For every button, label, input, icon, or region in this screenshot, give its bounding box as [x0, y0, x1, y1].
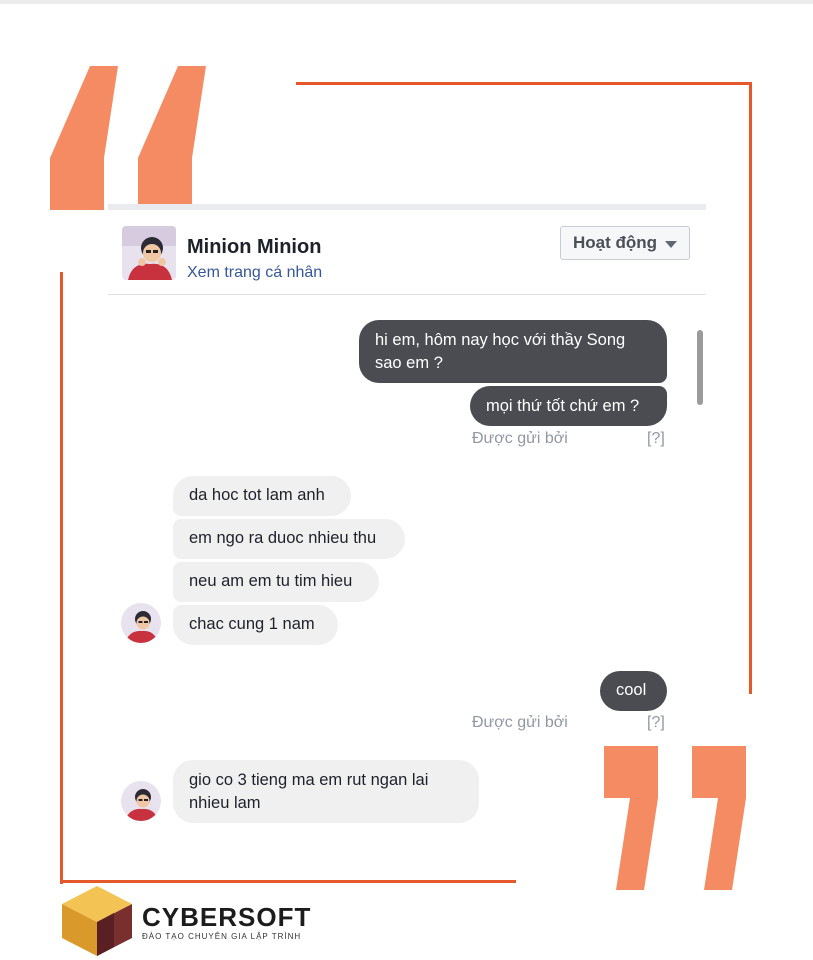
avatar-image [121, 781, 161, 821]
sent-by-label: Được gửi bởi [472, 430, 568, 447]
sent-by-label: Được gửi bởi [472, 714, 568, 731]
status-dropdown-button[interactable]: Hoạt động [560, 226, 690, 260]
scrollbar[interactable] [697, 330, 703, 405]
avatar[interactable] [122, 226, 176, 280]
frame-right-line [749, 82, 752, 694]
avatar-image [121, 603, 161, 643]
status-label: Hoạt động [573, 233, 658, 252]
sent-message[interactable]: mọi thứ tốt chứ em ? [470, 386, 667, 426]
received-message[interactable]: gio co 3 tieng ma em rut ngan lai nhieu … [173, 760, 479, 823]
help-link[interactable]: [?] [647, 714, 665, 732]
frame-left-line [60, 272, 63, 884]
frame-top-line [296, 82, 752, 85]
sent-message[interactable]: cool [600, 671, 667, 711]
open-quote-icon [50, 66, 206, 210]
close-quote-icon [604, 746, 746, 890]
view-profile-link[interactable]: Xem trang cá nhân [187, 264, 322, 282]
sent-message[interactable]: hi em, hôm nay học với thầy Song sao em … [359, 320, 667, 383]
avatar-image [122, 226, 176, 280]
avatar[interactable] [121, 781, 161, 821]
received-message[interactable]: da hoc tot lam anh [173, 476, 351, 516]
top-border [0, 0, 813, 4]
brand-tagline: ĐÀO TẠO CHUYÊN GIA LẬP TRÌNH [142, 932, 302, 941]
contact-name[interactable]: Minion Minion [187, 236, 321, 259]
help-link[interactable]: [?] [647, 430, 665, 448]
avatar[interactable] [121, 603, 161, 643]
chat-header: Minion Minion Xem trang cá nhân Hoạt độn… [108, 210, 706, 295]
frame-bottom-line [60, 880, 516, 883]
cybersoft-cube-logo [62, 886, 132, 956]
received-message[interactable]: chac cung 1 nam [173, 605, 338, 645]
received-message[interactable]: neu am em tu tim hieu [173, 562, 379, 602]
dropdown-caret-icon [665, 241, 677, 248]
received-message[interactable]: em ngo ra duoc nhieu thu [173, 519, 405, 559]
brand-name: CYBERSOFT [142, 902, 312, 932]
